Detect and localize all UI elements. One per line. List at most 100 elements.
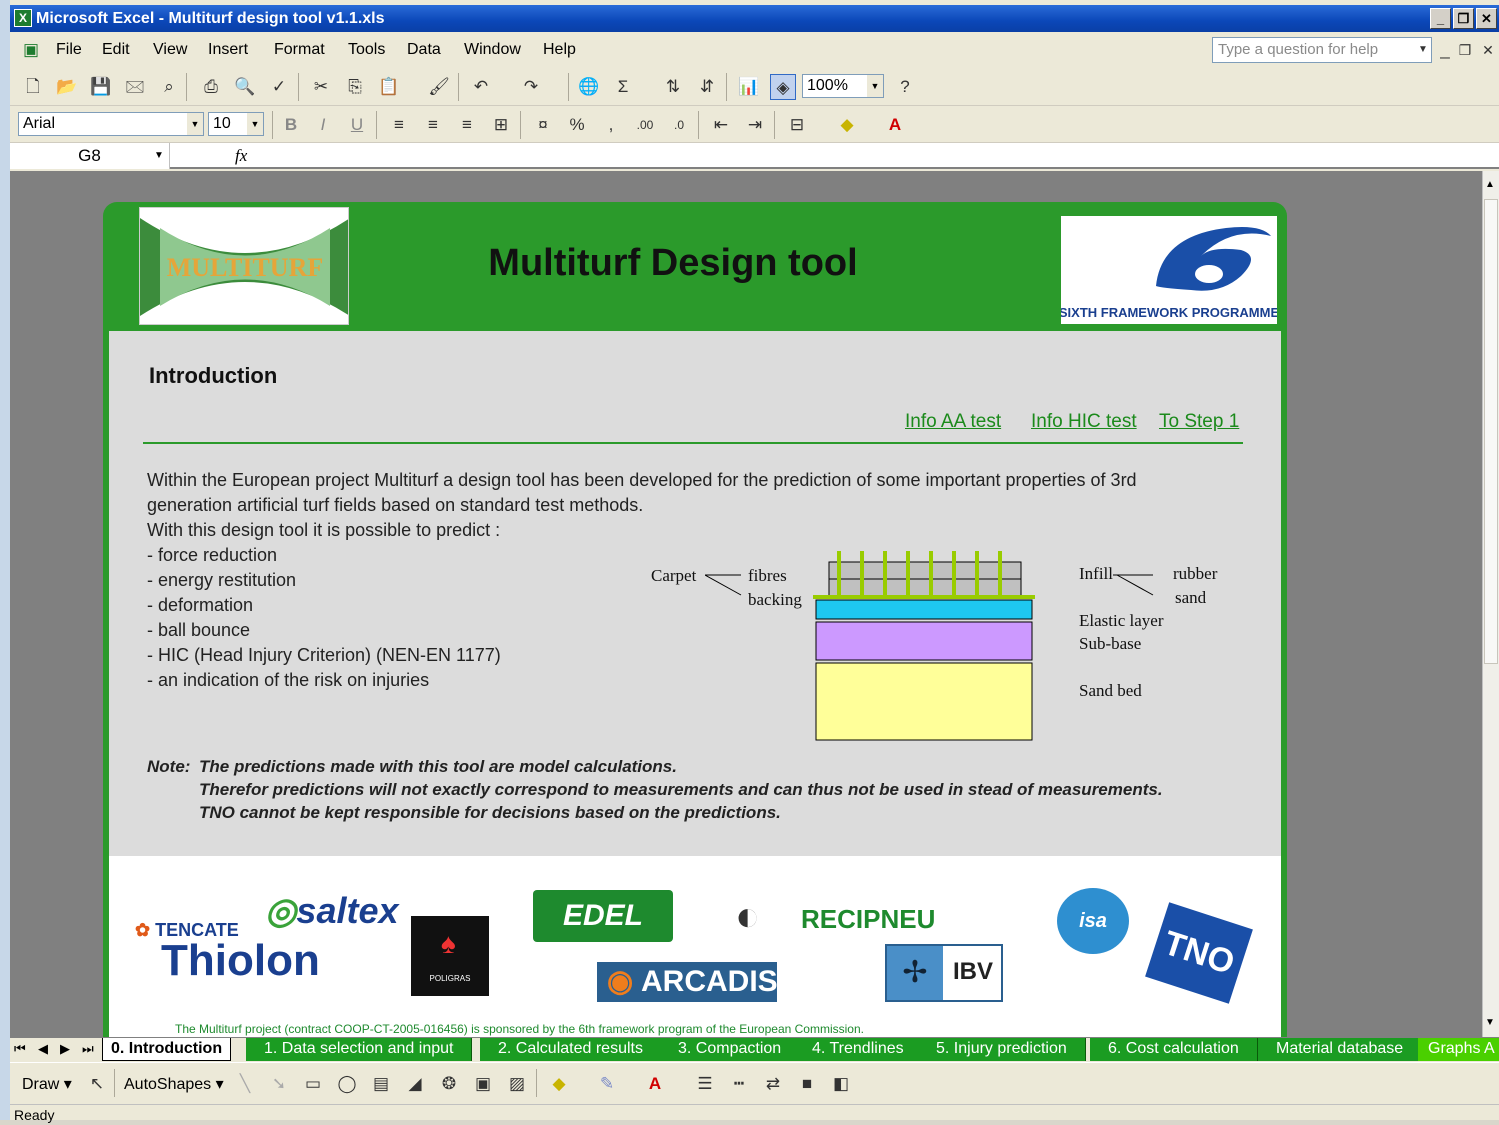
menu-help[interactable]: Help <box>543 41 576 59</box>
autoshapes-menu[interactable]: AutoShapes ▾ <box>124 1074 224 1094</box>
autosum-icon[interactable]: Σ <box>610 74 636 100</box>
sort-ascending-icon[interactable]: ⇅ <box>660 74 686 100</box>
select-objects-icon[interactable]: ↖ <box>84 1071 110 1097</box>
tab-calculated-results[interactable]: 2. Calculated results <box>480 1038 662 1061</box>
save-icon[interactable]: 💾 <box>88 74 114 100</box>
worksheet[interactable]: MULTITURF Multiturf Design tool SIXTH FR… <box>10 171 1482 1037</box>
font-size-select[interactable]: 10 ▼ <box>208 112 264 136</box>
underline-icon[interactable]: U <box>344 112 370 138</box>
scroll-up-icon[interactable]: ▲ <box>1485 179 1495 190</box>
line-color-icon[interactable]: ✎ <box>594 1071 620 1097</box>
info-hic-test-link[interactable]: Info HIC test <box>1031 411 1137 433</box>
increase-indent-icon[interactable]: ⇥ <box>742 112 768 138</box>
diagram-icon[interactable]: ❂ <box>436 1071 462 1097</box>
sort-descending-icon[interactable]: ⇵ <box>694 74 720 100</box>
font-color-icon[interactable]: A <box>882 112 908 138</box>
fill-color-icon[interactable]: ◆ <box>546 1071 572 1097</box>
menu-tools[interactable]: Tools <box>348 41 385 59</box>
drawing-icon[interactable]: ◈ <box>770 74 796 100</box>
font-color-icon[interactable]: A <box>642 1071 668 1097</box>
arrow-icon[interactable]: ➘ <box>266 1071 292 1097</box>
picture-icon[interactable]: ▨ <box>504 1071 530 1097</box>
hyperlink-icon[interactable]: 🌐 <box>576 74 602 100</box>
fill-color-icon[interactable]: ◆ <box>834 112 860 138</box>
research-icon[interactable]: ⌕ <box>156 74 182 100</box>
doc-close-icon[interactable]: ✕ <box>1475 37 1499 63</box>
open-icon[interactable]: 📂 <box>54 74 80 100</box>
tab-injury-prediction[interactable]: 5. Injury prediction <box>918 1038 1086 1061</box>
print-preview-icon[interactable]: 🔍 <box>232 74 258 100</box>
redo-icon[interactable]: ↷ <box>518 74 544 100</box>
spelling-icon[interactable]: ✓ <box>266 74 292 100</box>
permission-icon[interactable]: 🖂 <box>122 74 148 100</box>
menu-window[interactable]: Window <box>464 41 521 59</box>
menu-view[interactable]: View <box>153 41 187 59</box>
menu-edit[interactable]: Edit <box>102 41 130 59</box>
menu-data[interactable]: Data <box>407 41 441 59</box>
name-box[interactable]: G8 ▼ <box>10 143 170 169</box>
borders-icon[interactable]: ⊟ <box>784 112 810 138</box>
tab-compaction[interactable]: 3. Compaction <box>660 1038 801 1061</box>
scroll-down-icon[interactable]: ▼ <box>1485 1017 1495 1028</box>
help-icon[interactable]: ? <box>892 74 918 100</box>
close-button[interactable]: ✕ <box>1476 8 1497 29</box>
tab-data-selection[interactable]: 1. Data selection and input <box>246 1038 473 1061</box>
tab-cost-calculation[interactable]: 6. Cost calculation <box>1090 1038 1258 1061</box>
paste-icon[interactable]: 📋 <box>376 74 402 100</box>
rectangle-icon[interactable]: ▭ <box>300 1071 326 1097</box>
dash-style-icon[interactable]: ┅ <box>726 1071 752 1097</box>
restore-button[interactable]: ❐ <box>1453 8 1474 29</box>
comma-icon[interactable]: , <box>598 112 624 138</box>
decrease-indent-icon[interactable]: ⇤ <box>708 112 734 138</box>
cut-icon[interactable]: ✂ <box>308 74 334 100</box>
wordart-icon[interactable]: ◢ <box>402 1071 428 1097</box>
chevron-down-icon[interactable]: ▼ <box>247 113 263 135</box>
text-box-icon[interactable]: ▤ <box>368 1071 394 1097</box>
bold-icon[interactable]: B <box>278 112 304 138</box>
line-icon[interactable]: ╲ <box>232 1071 258 1097</box>
menu-format[interactable]: Format <box>274 41 325 59</box>
menu-insert[interactable]: Insert <box>208 41 248 59</box>
percent-icon[interactable]: % <box>564 112 590 138</box>
vertical-scrollbar[interactable]: ▲ ▼ <box>1482 171 1499 1037</box>
tab-trendlines[interactable]: 4. Trendlines <box>794 1038 923 1061</box>
chevron-down-icon[interactable]: ▼ <box>154 143 164 169</box>
minimize-button[interactable]: _ <box>1430 8 1451 29</box>
merge-center-icon[interactable]: ⊞ <box>488 112 514 138</box>
format-painter-icon[interactable]: 🖌 <box>426 74 452 100</box>
to-step-1-link[interactable]: To Step 1 <box>1159 411 1239 433</box>
new-icon[interactable]: 🗋 <box>20 74 46 100</box>
3d-style-icon[interactable]: ◧ <box>828 1071 854 1097</box>
undo-icon[interactable]: ↶ <box>468 74 494 100</box>
zoom-select[interactable]: 100% ▼ <box>802 74 884 98</box>
draw-menu[interactable]: Draw ▾ <box>22 1074 72 1094</box>
first-sheet-icon[interactable]: ⏮ <box>14 1041 26 1057</box>
line-style-icon[interactable]: ☰ <box>692 1071 718 1097</box>
function-icon[interactable]: fx <box>235 146 247 166</box>
italic-icon[interactable]: I <box>310 112 336 138</box>
align-center-icon[interactable]: ≡ <box>420 112 446 138</box>
info-aa-test-link[interactable]: Info AA test <box>905 411 1001 433</box>
arrow-style-icon[interactable]: ⇄ <box>760 1071 786 1097</box>
align-left-icon[interactable]: ≡ <box>386 112 412 138</box>
increase-decimal-icon[interactable]: .00 <box>632 112 658 138</box>
copy-icon[interactable]: ⎘ <box>342 74 368 100</box>
decrease-decimal-icon[interactable]: .0 <box>666 112 692 138</box>
tab-graphs[interactable]: Graphs A <box>1418 1038 1499 1061</box>
help-search-input[interactable]: Type a question for help <box>1212 37 1432 63</box>
last-sheet-icon[interactable]: ⏭ <box>82 1041 94 1057</box>
workbook-icon[interactable]: ▣ <box>18 37 44 63</box>
oval-icon[interactable]: ◯ <box>334 1071 360 1097</box>
align-right-icon[interactable]: ≡ <box>454 112 480 138</box>
tab-material-database[interactable]: Material database <box>1258 1038 1423 1061</box>
shadow-style-icon[interactable]: ■ <box>794 1071 820 1097</box>
tab-introduction[interactable]: 0. Introduction <box>102 1038 232 1061</box>
scroll-thumb[interactable] <box>1484 199 1498 664</box>
chevron-down-icon[interactable]: ▼ <box>867 75 883 97</box>
currency-icon[interactable]: ¤ <box>530 112 556 138</box>
chart-wizard-icon[interactable]: 📊 <box>736 74 762 100</box>
next-sheet-icon[interactable]: ▶ <box>60 1041 70 1057</box>
chevron-down-icon[interactable]: ▼ <box>187 113 203 135</box>
clip-art-icon[interactable]: ▣ <box>470 1071 496 1097</box>
font-select[interactable]: Arial ▼ <box>18 112 204 136</box>
